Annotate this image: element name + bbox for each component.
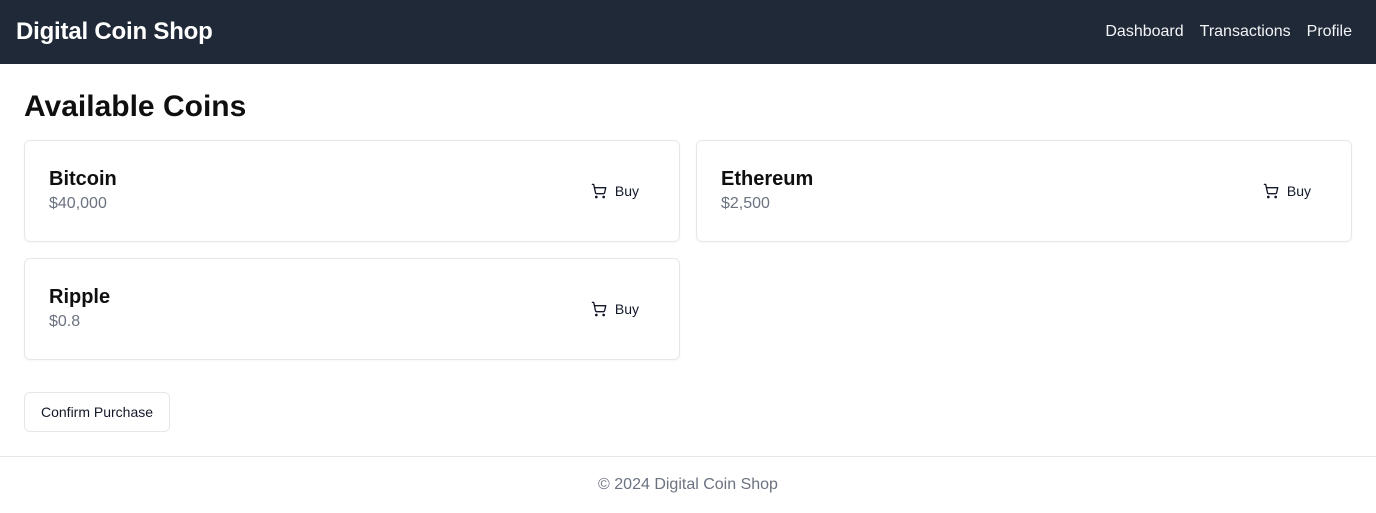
coin-card-bitcoin: Bitcoin $40,000 Buy <box>24 140 680 242</box>
coin-grid: Bitcoin $40,000 Buy Ethereum $2,500 Buy <box>24 140 1352 360</box>
coin-info: Ripple $0.8 <box>49 285 110 333</box>
nav-link-profile[interactable]: Profile <box>1307 23 1352 41</box>
buy-button-label: Buy <box>1286 183 1311 199</box>
buy-button-ripple[interactable]: Buy <box>575 293 655 325</box>
brand-title: Digital Coin Shop <box>16 18 213 45</box>
nav-link-transactions[interactable]: Transactions <box>1200 23 1291 41</box>
nav-links: Dashboard Transactions Profile <box>1089 23 1352 41</box>
coin-info: Ethereum $2,500 <box>721 167 813 215</box>
cart-icon <box>591 183 607 199</box>
page-title: Available Coins <box>24 90 247 123</box>
buy-button-bitcoin[interactable]: Buy <box>575 175 655 207</box>
coin-info: Bitcoin $40,000 <box>49 167 117 215</box>
footer-copyright: © 2024 Digital Coin Shop <box>598 476 778 493</box>
confirm-purchase-button[interactable]: Confirm Purchase <box>24 392 171 432</box>
coin-price: $2,500 <box>721 195 770 212</box>
buy-button-label: Buy <box>614 183 639 199</box>
coin-card-ethereum: Ethereum $2,500 Buy <box>696 140 1352 242</box>
cart-icon <box>591 301 607 317</box>
coin-name: Ripple <box>49 286 111 308</box>
footer: © 2024 Digital Coin Shop <box>0 456 1376 513</box>
navbar: Digital Coin Shop Dashboard Transactions… <box>0 0 1376 64</box>
nav-link-dashboard[interactable]: Dashboard <box>1105 23 1183 41</box>
coin-price: $40,000 <box>49 195 107 212</box>
coin-name: Ethereum <box>721 168 814 190</box>
buy-button-label: Buy <box>614 301 639 317</box>
coin-card-ripple: Ripple $0.8 Buy <box>24 258 680 360</box>
main-content: Available Coins Bitcoin $40,000 Buy Ethe… <box>0 64 1376 432</box>
cart-icon <box>1263 183 1279 199</box>
coin-price: $0.8 <box>49 313 81 330</box>
buy-button-ethereum[interactable]: Buy <box>1247 175 1327 207</box>
coin-name: Bitcoin <box>49 168 117 190</box>
